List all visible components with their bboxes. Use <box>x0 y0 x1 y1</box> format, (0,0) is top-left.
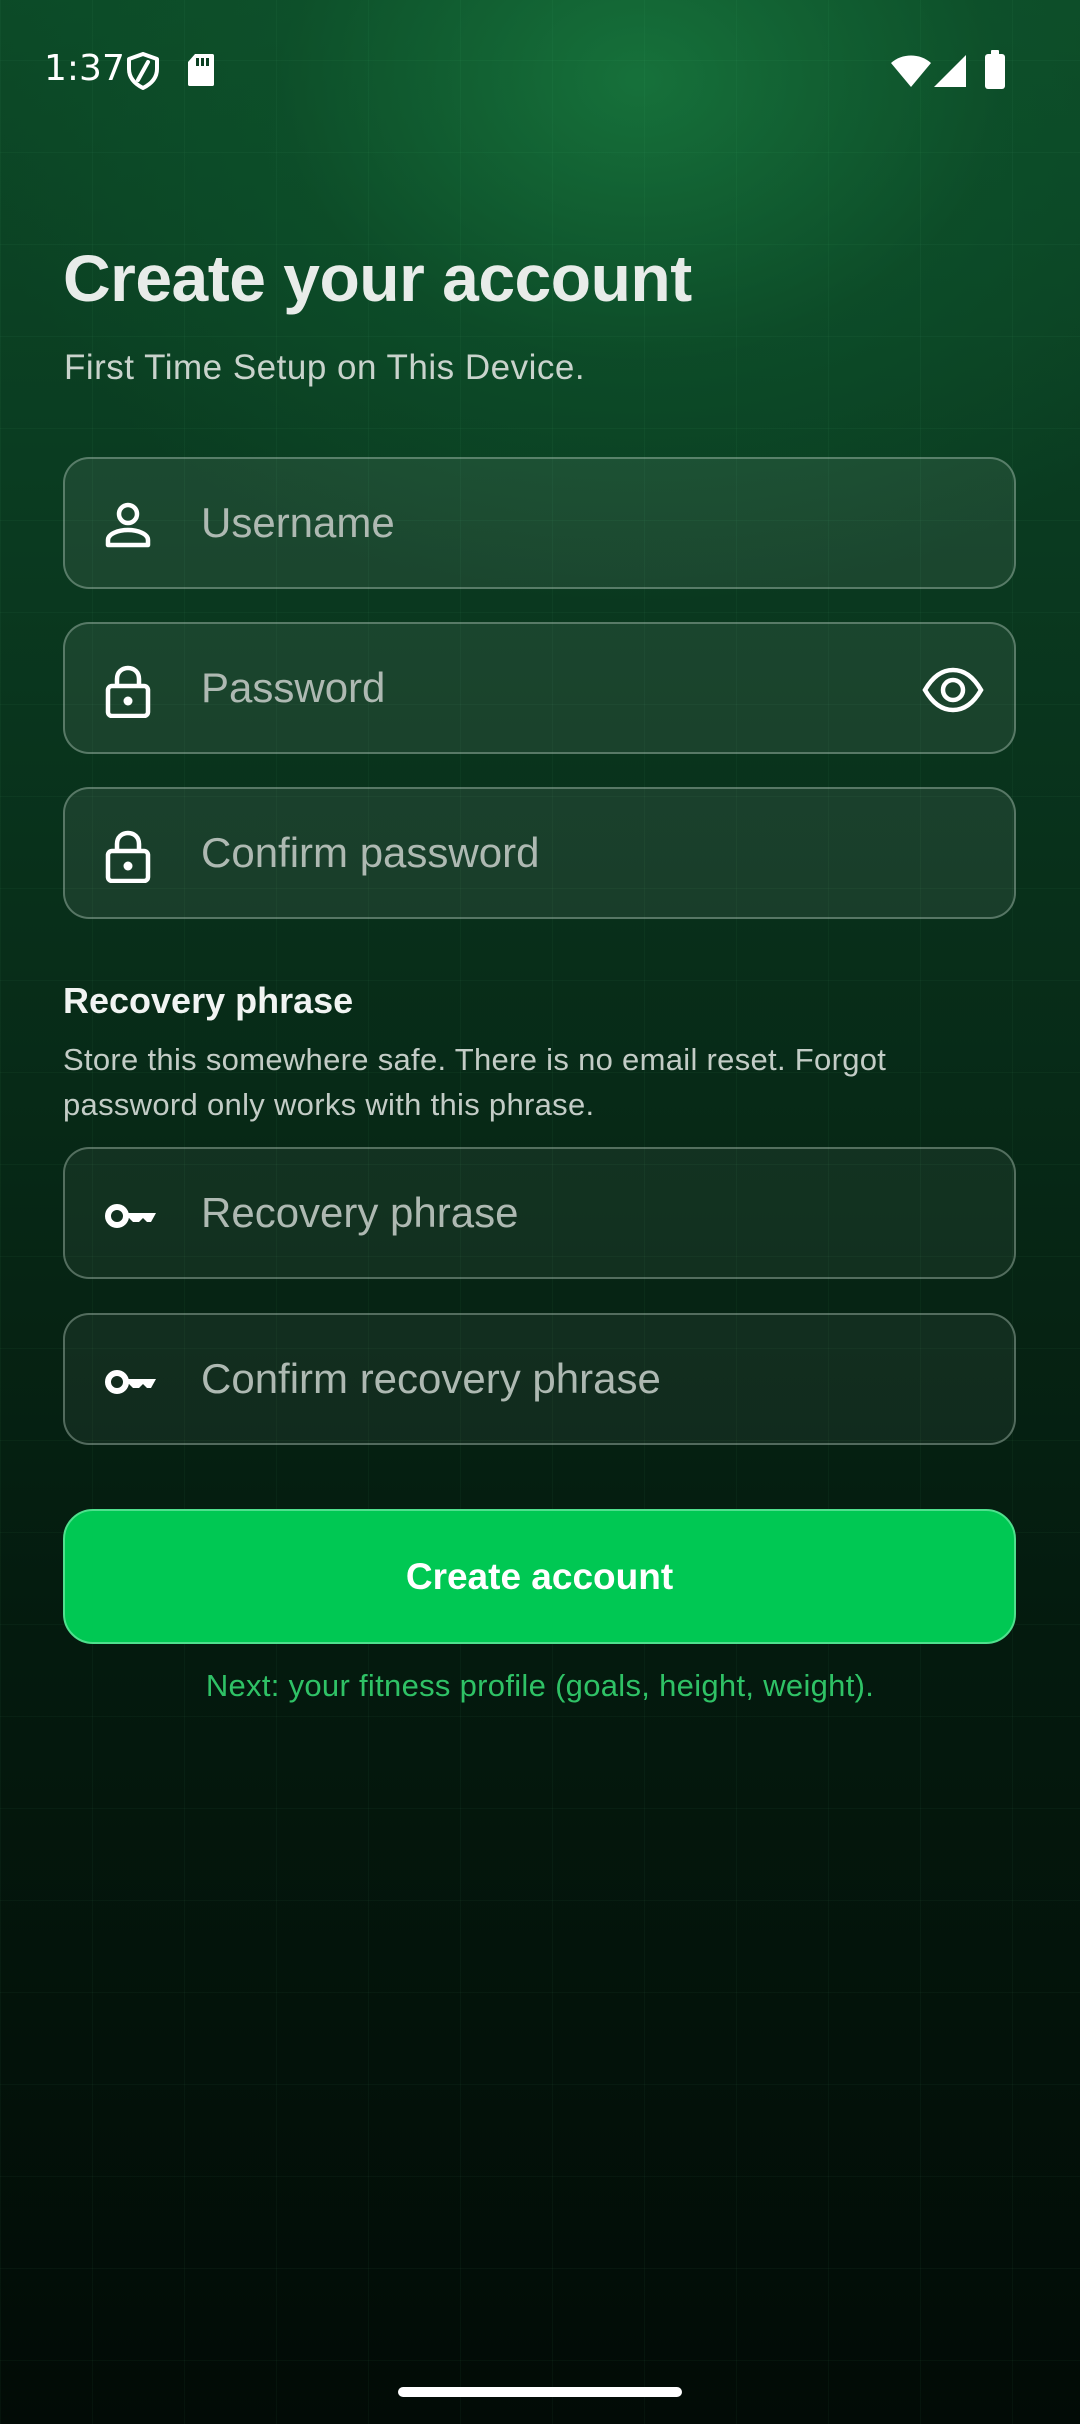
next-step-hint: Next: your fitness profile (goals, heigh… <box>205 1668 875 1703</box>
status-time: 1:37 <box>44 48 125 89</box>
recovery-phrase-input[interactable] <box>201 1149 921 1277</box>
page-title: Create your account <box>63 241 692 315</box>
status-bar: 1:37 <box>0 0 1080 140</box>
create-account-button[interactable]: Create account <box>63 1509 1016 1644</box>
shield-icon <box>127 52 159 90</box>
signal-icon <box>934 55 966 87</box>
confirm-password-field[interactable] <box>63 787 1016 919</box>
home-indicator[interactable] <box>398 2387 682 2397</box>
username-input[interactable] <box>201 459 921 587</box>
battery-icon <box>985 50 1005 89</box>
person-icon <box>105 502 151 548</box>
lock-icon <box>105 830 151 883</box>
lock-icon <box>105 665 151 718</box>
eye-icon[interactable] <box>922 660 984 720</box>
wifi-icon <box>891 55 931 87</box>
confirm-password-input[interactable] <box>201 789 921 917</box>
password-field[interactable] <box>63 622 1016 754</box>
sd-card-icon <box>188 54 214 86</box>
key-icon <box>105 1370 156 1394</box>
recovery-section-title: Recovery phrase <box>63 980 354 1021</box>
recovery-phrase-field[interactable] <box>63 1147 1016 1279</box>
username-field[interactable] <box>63 457 1016 589</box>
key-icon <box>105 1204 156 1228</box>
confirm-recovery-phrase-input[interactable] <box>201 1315 921 1443</box>
recovery-note: Store this somewhere safe. There is no e… <box>63 1042 887 1122</box>
password-input[interactable] <box>201 624 921 752</box>
page-subtitle: First Time Setup on This Device. <box>64 348 586 387</box>
confirm-recovery-phrase-field[interactable] <box>63 1313 1016 1445</box>
